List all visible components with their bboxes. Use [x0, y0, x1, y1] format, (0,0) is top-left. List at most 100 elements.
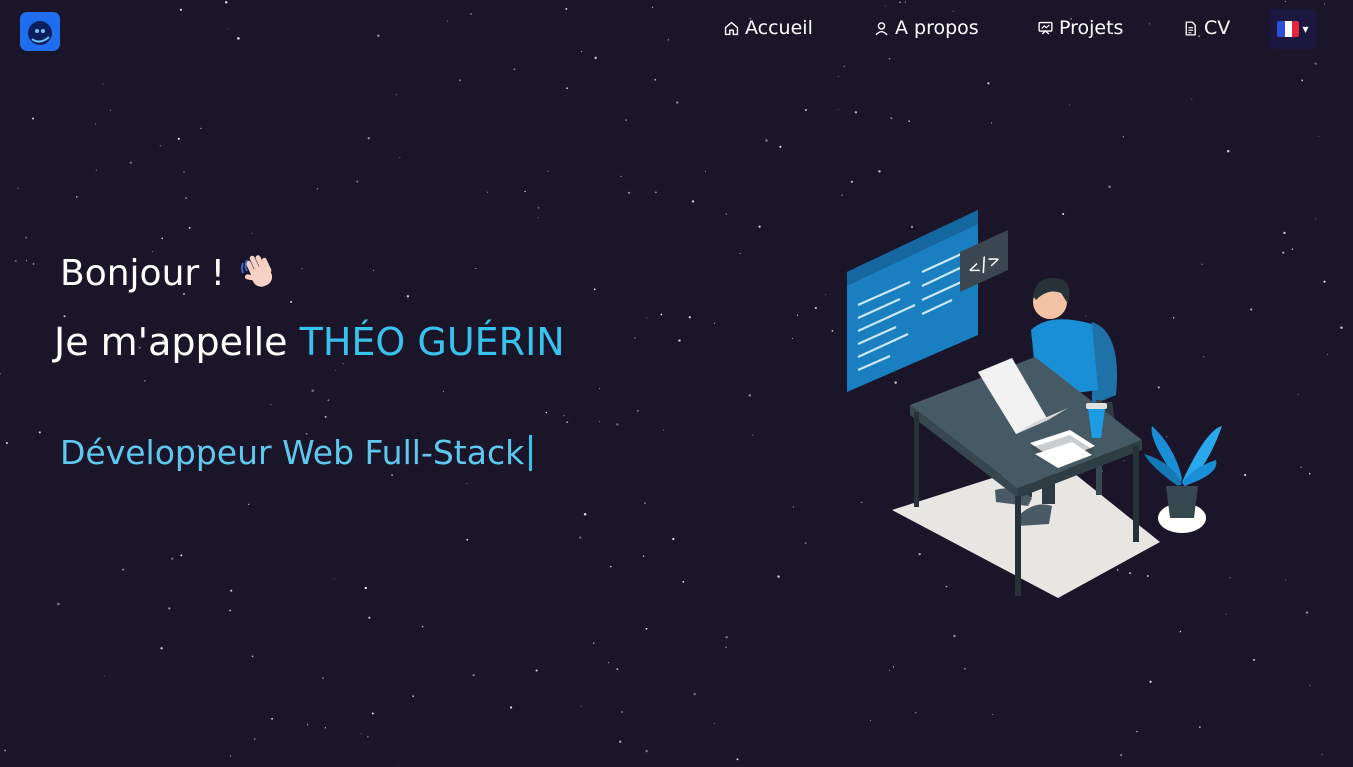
star: [566, 421, 569, 424]
star: [908, 120, 911, 123]
star: [4, 749, 7, 752]
star: [636, 409, 639, 412]
star: [634, 337, 636, 339]
star: [672, 537, 675, 541]
star: [1179, 630, 1182, 633]
potted-plant: [1144, 426, 1222, 533]
star: [38, 431, 41, 434]
star: [610, 566, 612, 568]
star: [1308, 472, 1311, 475]
star: [537, 217, 539, 219]
star: [537, 206, 540, 209]
star: [335, 369, 336, 371]
star: [837, 108, 839, 110]
france-flag-icon: [1277, 21, 1300, 37]
nav-label-projets: Projets: [1059, 17, 1124, 39]
star: [792, 337, 793, 339]
star: [1225, 613, 1227, 615]
star: [466, 538, 469, 541]
star: [311, 389, 315, 392]
nav-item-cv[interactable]: CV: [1182, 17, 1230, 39]
presentation-icon: [1038, 21, 1053, 35]
star: [25, 236, 28, 239]
star: [57, 602, 60, 606]
star: [843, 65, 846, 67]
star: [892, 666, 895, 668]
star: [736, 758, 739, 761]
star: [599, 421, 600, 422]
nav-item-projets[interactable]: Projets: [1037, 17, 1123, 39]
nav-item-a-propos[interactable]: A propos: [873, 17, 979, 39]
star: [1243, 473, 1247, 477]
star: [646, 317, 648, 319]
star: [654, 78, 657, 81]
star: [32, 262, 35, 265]
star: [725, 213, 728, 215]
star: [1199, 726, 1201, 728]
star: [1282, 251, 1285, 254]
star: [748, 394, 751, 397]
star: [1318, 135, 1320, 137]
star: [188, 226, 191, 229]
star: [412, 695, 415, 698]
star: [714, 722, 715, 724]
star: [1149, 680, 1152, 683]
star: [109, 109, 112, 111]
star: [964, 668, 966, 670]
document-icon: [1185, 20, 1196, 36]
star: [14, 259, 17, 263]
star: [513, 68, 516, 71]
star: [645, 749, 648, 753]
star: [878, 170, 881, 173]
star: [17, 187, 19, 189]
star: [607, 661, 610, 664]
language-selector[interactable]: ▾: [1270, 9, 1316, 49]
star: [752, 434, 754, 436]
star: [324, 415, 327, 418]
star: [535, 669, 538, 672]
star: [678, 339, 681, 342]
nav-label-accueil: Accueil: [745, 17, 813, 39]
star: [777, 575, 780, 578]
star: [841, 194, 843, 196]
star: [620, 175, 622, 177]
star: [890, 117, 893, 120]
star: [103, 675, 105, 677]
star: [1120, 754, 1123, 757]
star: [758, 225, 761, 228]
star: [168, 607, 171, 610]
star: [705, 170, 706, 172]
star: [663, 429, 664, 431]
star: [356, 180, 359, 183]
nav-item-accueil[interactable]: Accueil: [723, 17, 813, 39]
star: [367, 736, 369, 738]
star: [579, 536, 582, 539]
star: [230, 589, 233, 592]
star: [545, 411, 548, 414]
star: [796, 314, 799, 316]
star: [1305, 611, 1309, 614]
star: [1226, 150, 1230, 153]
main-navigation: Accueil A propos Projets CV ▾: [0, 0, 1353, 60]
star: [421, 625, 424, 628]
star: [792, 506, 795, 508]
star: [63, 315, 66, 318]
star: [691, 200, 695, 203]
star: [391, 474, 393, 476]
star: [693, 692, 696, 696]
star: [397, 765, 399, 767]
star: [5, 441, 8, 445]
star: [367, 137, 370, 140]
waving-hand-icon: [241, 255, 273, 287]
star: [850, 180, 854, 183]
star: [814, 307, 817, 310]
star: [804, 542, 807, 545]
star: [1323, 280, 1326, 283]
star: [1297, 394, 1299, 396]
star: [324, 727, 327, 729]
star: [599, 387, 601, 389]
star: [1326, 353, 1328, 355]
star: [472, 674, 475, 677]
star: [486, 191, 489, 193]
code-window: </>: [847, 210, 1008, 392]
